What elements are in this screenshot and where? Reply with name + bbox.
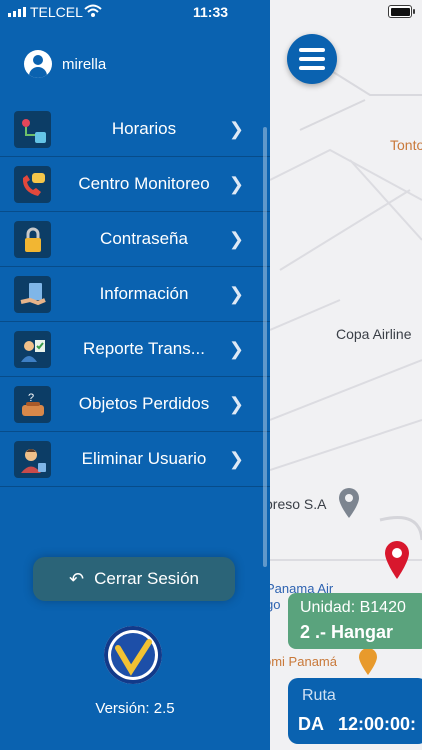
menu-item-centro-monitoreo[interactable]: Centro Monitoreo ❯: [0, 157, 270, 212]
clock: 11:33: [193, 4, 229, 20]
drawer-scrollbar[interactable]: [263, 127, 267, 567]
menu-label-reporte: Reporte Trans...: [83, 339, 205, 358]
schedule-route-icon: [14, 111, 51, 148]
map-label-go: go: [270, 597, 281, 612]
battery-icon: [388, 5, 415, 18]
unit-destination: 2 .- Hangar: [300, 622, 394, 642]
map-label-preso: preso S.A: [270, 496, 327, 512]
logout-button[interactable]: ↶ Cerrar Sesión: [33, 557, 235, 601]
menu-item-objetos-perdidos[interactable]: ? Objetos Perdidos ❯: [0, 377, 270, 432]
route-title: Ruta: [302, 687, 336, 704]
app-version: Versión: 2.5: [95, 700, 175, 717]
lock-icon: [14, 221, 51, 258]
chevron-right-icon: ❯: [228, 284, 244, 304]
drawer-menu: Horarios ❯ Centro Monitoreo ❯ Contraseña…: [0, 102, 270, 487]
menu-label-horarios: Horarios: [111, 119, 177, 138]
hamburger-icon: [299, 48, 325, 52]
app-logo: [104, 626, 162, 684]
side-drawer: mirella Horarios ❯ Centro Monitoreo ❯ Co…: [0, 0, 270, 750]
carrier-name: TELCEL: [30, 4, 83, 20]
wifi-icon: [84, 4, 102, 21]
menu-toggle-button[interactable]: [287, 34, 337, 84]
info-document-icon: [14, 276, 51, 313]
chevron-right-icon: ❯: [228, 339, 244, 359]
user-profile[interactable]: mirella: [24, 50, 106, 78]
chevron-right-icon: ❯: [228, 174, 244, 194]
menu-label-eliminar-usuario: Eliminar Usuario: [81, 449, 207, 468]
menu-label-objetos-perdidos: Objetos Perdidos: [78, 394, 210, 413]
username: mirella: [62, 55, 107, 73]
logout-label: Cerrar Sesión: [94, 569, 199, 588]
menu-label-contrasena: Contraseña: [100, 229, 188, 248]
avatar-icon: [24, 50, 52, 78]
chevron-right-icon: ❯: [228, 449, 244, 469]
lost-items-icon: ?: [14, 386, 51, 423]
logout-icon: ↶: [69, 568, 85, 589]
route-prefix: DA: [298, 714, 324, 734]
map-label-tonto: Tonto: [390, 137, 422, 153]
bus-location-pin-icon[interactable]: [384, 540, 410, 580]
menu-item-eliminar-usuario[interactable]: Eliminar Usuario ❯: [0, 432, 270, 487]
route-card[interactable]: Ruta DA 12:00:00:: [288, 678, 422, 744]
signal-icon: [8, 7, 26, 17]
unit-info-card[interactable]: Unidad: B1420 2 .- Hangar: [288, 593, 422, 649]
report-user-icon: [14, 331, 51, 368]
map-label-romi: omi Panamá: [270, 654, 337, 669]
menu-item-reporte[interactable]: Reporte Trans... ❯: [0, 322, 270, 377]
delete-user-icon: [14, 441, 51, 478]
menu-item-horarios[interactable]: Horarios ❯: [0, 102, 270, 157]
map-pin-icon[interactable]: [338, 487, 360, 519]
restaurant-pin-icon: [359, 648, 377, 675]
map-label-copa: Copa Airline: [336, 326, 412, 342]
chevron-right-icon: ❯: [228, 119, 244, 139]
menu-item-informacion[interactable]: Información ❯: [0, 267, 270, 322]
phone-chat-icon: [14, 166, 51, 203]
menu-label-centro-monitoreo: Centro Monitoreo: [78, 174, 210, 193]
menu-label-informacion: Información: [99, 284, 189, 303]
chevron-right-icon: ❯: [228, 394, 244, 414]
route-time: 12:00:00:: [338, 714, 417, 734]
unit-number: Unidad: B1420: [300, 599, 406, 616]
chevron-right-icon: ❯: [228, 229, 244, 249]
menu-item-contrasena[interactable]: Contraseña ❯: [0, 212, 270, 267]
status-bar: TELCEL 11:33: [0, 0, 422, 24]
